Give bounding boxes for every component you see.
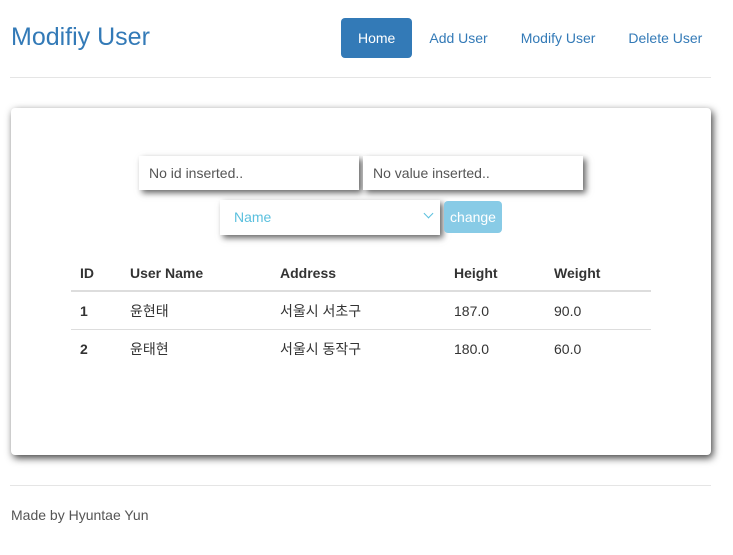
cell-height: 180.0 <box>454 340 490 357</box>
nav-bar: Home Add User Modify User Delete User <box>341 18 718 58</box>
table-row: 2 윤태현 서울시 동작구 180.0 60.0 <box>71 330 651 368</box>
cell-address: 서울시 동작구 <box>280 340 362 357</box>
field-select-value: Name <box>234 209 272 225</box>
header-divider <box>10 77 711 78</box>
id-input[interactable] <box>139 156 359 190</box>
change-button[interactable]: change <box>444 201 502 233</box>
user-table: ID User Name Address Height Weight 1 윤현태… <box>71 256 651 367</box>
footer-text: Made by Hyuntae Yun <box>11 507 149 523</box>
cell-height: 187.0 <box>445 291 545 330</box>
col-height: Height <box>445 256 545 292</box>
cell-user-name: 윤현태 <box>121 291 271 330</box>
col-user-name: User Name <box>121 256 271 292</box>
cell-address: 서울시 서초구 <box>271 291 445 330</box>
cell-id: 1 <box>71 291 121 330</box>
footer-divider <box>10 485 711 486</box>
nav-home[interactable]: Home <box>341 18 413 58</box>
chevron-down-icon <box>423 208 434 219</box>
col-weight: Weight <box>545 256 651 292</box>
page-title[interactable]: Modifiy User <box>11 22 150 52</box>
nav-add-user[interactable]: Add User <box>413 18 503 58</box>
cell-user-name: 윤태현 <box>130 340 169 357</box>
nav-modify-user[interactable]: Modify User <box>505 18 612 58</box>
table-row: 1 윤현태 서울시 서초구 187.0 90.0 <box>71 291 651 330</box>
cell-weight: 60.0 <box>554 340 582 357</box>
table-header-row: ID User Name Address Height Weight <box>71 256 651 292</box>
header: Modifiy User Home Add User Modify User D… <box>0 0 733 78</box>
value-input[interactable] <box>363 156 583 190</box>
nav-delete-user[interactable]: Delete User <box>612 18 718 58</box>
cell-weight: 90.0 <box>545 291 651 330</box>
cell-id: 2 <box>80 340 88 357</box>
col-address: Address <box>271 256 445 292</box>
col-id: ID <box>71 256 121 292</box>
content-panel: Name change ID User Name Address Height … <box>11 108 711 455</box>
field-select[interactable]: Name <box>220 200 440 235</box>
